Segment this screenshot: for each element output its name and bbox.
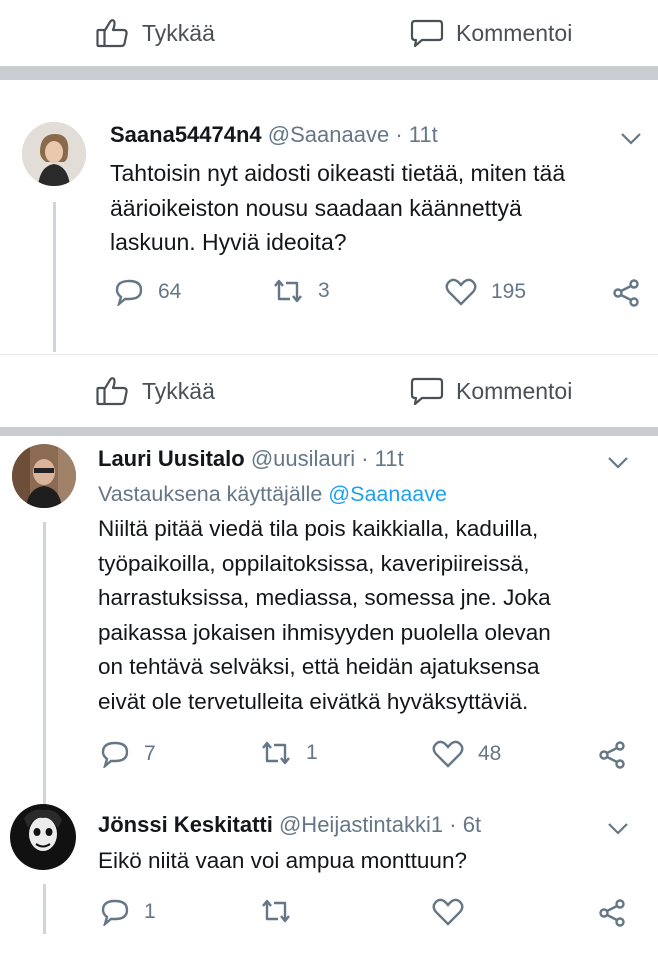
facebook-action-bar-middle: Tykkää Kommentoi xyxy=(0,358,658,424)
reply-icon xyxy=(101,741,129,768)
tweet-reply[interactable]: Jönssi Keskitatti @Heijastintakki1 · 6t … xyxy=(0,790,658,960)
comment-button[interactable]: Kommentoi xyxy=(410,358,572,424)
retweet-icon xyxy=(262,741,290,765)
retweet-icon xyxy=(262,899,290,923)
thread-line xyxy=(43,884,46,934)
share-icon[interactable] xyxy=(612,279,640,307)
avatar[interactable] xyxy=(10,804,76,870)
section-separator xyxy=(0,66,658,80)
share-icon[interactable] xyxy=(598,741,626,769)
avatar[interactable] xyxy=(22,122,86,186)
user-handle[interactable]: @Saanaave xyxy=(268,122,389,147)
user-name[interactable]: Lauri Uusitalo xyxy=(98,446,245,471)
thumbs-up-icon xyxy=(96,19,128,48)
reply-count: 7 xyxy=(144,742,156,765)
tweet-line: Niiltä pitää viedä tila pois kaikkialla,… xyxy=(98,516,539,541)
replying-to: Vastauksena käyttäjälle @Saanaave xyxy=(98,482,447,507)
tweet-text: Tahtoisin nyt aidosti oikeasti tietää, m… xyxy=(110,156,565,260)
like-button[interactable]: Tykkää xyxy=(96,358,215,424)
retweet-action[interactable]: 1 xyxy=(260,740,318,766)
avatar[interactable] xyxy=(12,444,76,508)
tweet-text: Niiltä pitää viedä tila pois kaikkialla,… xyxy=(98,512,551,719)
comment-button[interactable]: Kommentoi xyxy=(410,0,572,66)
retweet-icon xyxy=(274,279,302,303)
reply-icon xyxy=(101,899,129,926)
like-action[interactable]: 48 xyxy=(432,740,501,768)
reply-icon xyxy=(115,279,143,306)
reply-action[interactable]: 1 xyxy=(100,898,156,926)
facebook-action-bar-top: Tykkää Kommentoi xyxy=(0,0,658,66)
thread-line xyxy=(53,202,56,352)
comment-label: Kommentoi xyxy=(456,19,573,46)
divider xyxy=(0,354,658,355)
retweet-action[interactable]: 3 xyxy=(272,278,330,304)
heart-icon xyxy=(432,740,464,768)
user-name[interactable]: Saana54474n4 xyxy=(110,122,262,147)
comment-bubble-icon xyxy=(410,377,444,406)
heart-icon xyxy=(445,278,477,306)
chevron-down-icon[interactable] xyxy=(620,132,642,146)
section-separator xyxy=(0,427,658,436)
reply-count: 64 xyxy=(158,280,182,303)
tweet-line: eivät ole tervetulleita eivätkä hyväksyt… xyxy=(98,688,529,714)
chevron-down-icon[interactable] xyxy=(607,456,629,470)
retweet-count: 1 xyxy=(306,741,318,764)
tweet-header: Lauri Uusitalo @uusilauri · 11t xyxy=(98,446,404,472)
tweet-line: työpaikoilla, oppilaitoksissa, kaveripii… xyxy=(98,550,530,576)
tweet-line: Tahtoisin nyt aidosti oikeasti tietää, m… xyxy=(110,160,566,186)
reply-action[interactable]: 64 xyxy=(114,278,181,306)
tweet-line: Eikö niitä vaan voi ampua monttuun? xyxy=(98,848,467,873)
reply-mention[interactable]: @Saanaave xyxy=(328,482,447,506)
user-handle[interactable]: @Heijastintakki1 xyxy=(279,812,443,837)
reply-count: 1 xyxy=(144,900,156,923)
chevron-down-icon[interactable] xyxy=(607,822,629,836)
tweet-line: äärioikeiston nousu saadaan käännettyä xyxy=(110,194,522,221)
tweet-header: Saana54474n4 @Saanaave · 11t xyxy=(110,122,438,148)
like-count: 195 xyxy=(491,280,527,303)
user-handle[interactable]: @uusilauri xyxy=(251,446,355,471)
reply-prefix: Vastauksena käyttäjälle xyxy=(98,482,323,506)
heart-icon xyxy=(432,898,464,926)
user-name[interactable]: Jönssi Keskitatti xyxy=(98,812,273,837)
share-icon[interactable] xyxy=(598,899,626,927)
like-action[interactable]: 195 xyxy=(445,278,526,306)
timestamp[interactable]: · 11t xyxy=(395,122,437,147)
tweet-original[interactable]: Saana54474n4 @Saanaave · 11t Tahtoisin n… xyxy=(0,80,658,358)
comment-bubble-icon xyxy=(410,19,444,48)
timestamp[interactable]: · 11t xyxy=(361,446,403,471)
tweet-line: paikassa jokaisen ihmisyyden puolella ol… xyxy=(98,619,551,645)
thread-line xyxy=(43,522,46,814)
like-label: Tykkää xyxy=(142,377,215,404)
like-label: Tykkää xyxy=(142,19,215,46)
tweet-line: on tehtävä selväksi, että heidän ajatuks… xyxy=(98,654,540,679)
retweet-count: 3 xyxy=(318,279,330,302)
comment-label: Kommentoi xyxy=(456,377,573,404)
like-button[interactable]: Tykkää xyxy=(96,0,215,66)
retweet-action[interactable] xyxy=(260,898,306,924)
tweet-line: laskuun. Hyviä ideoita? xyxy=(110,229,347,255)
tweet-reply[interactable]: Lauri Uusitalo @uusilauri · 11t Vastauks… xyxy=(0,436,658,814)
like-count: 48 xyxy=(478,742,502,765)
thumbs-up-icon xyxy=(96,377,128,406)
like-action[interactable] xyxy=(432,898,478,926)
tweet-text: Eikö niitä vaan voi ampua monttuun? xyxy=(98,844,467,879)
timestamp[interactable]: · 6t xyxy=(449,812,481,837)
tweet-line: harrastuksissa, mediassa, somessa jne. J… xyxy=(98,585,551,610)
tweet-header: Jönssi Keskitatti @Heijastintakki1 · 6t xyxy=(98,812,481,838)
reply-action[interactable]: 7 xyxy=(100,740,156,768)
